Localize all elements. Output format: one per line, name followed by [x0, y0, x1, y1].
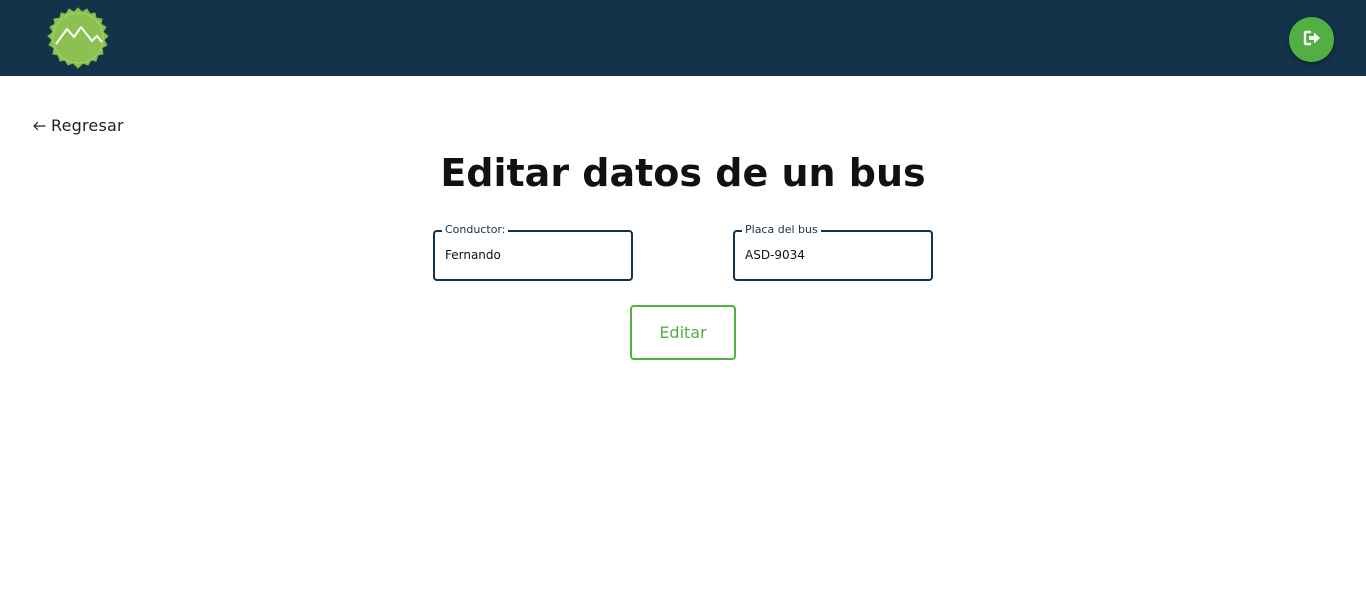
conductor-field: Conductor:	[433, 223, 633, 281]
placa-label: Placa del bus	[742, 223, 821, 237]
placa-input[interactable]	[745, 246, 921, 264]
edit-button[interactable]: Editar	[630, 305, 736, 360]
page-title: Editar datos de un bus	[440, 151, 926, 195]
back-link-label: Regresar	[51, 115, 124, 135]
arrow-left-icon	[32, 116, 46, 135]
top-navbar	[0, 0, 1366, 76]
logout-button[interactable]	[1289, 17, 1334, 62]
conductor-input[interactable]	[445, 246, 621, 264]
placa-field: Placa del bus	[733, 223, 933, 281]
sign-out-icon	[1303, 30, 1321, 50]
mountain-badge-icon[interactable]	[47, 7, 109, 69]
conductor-label: Conductor:	[442, 223, 509, 237]
back-link[interactable]: Regresar	[32, 114, 124, 136]
